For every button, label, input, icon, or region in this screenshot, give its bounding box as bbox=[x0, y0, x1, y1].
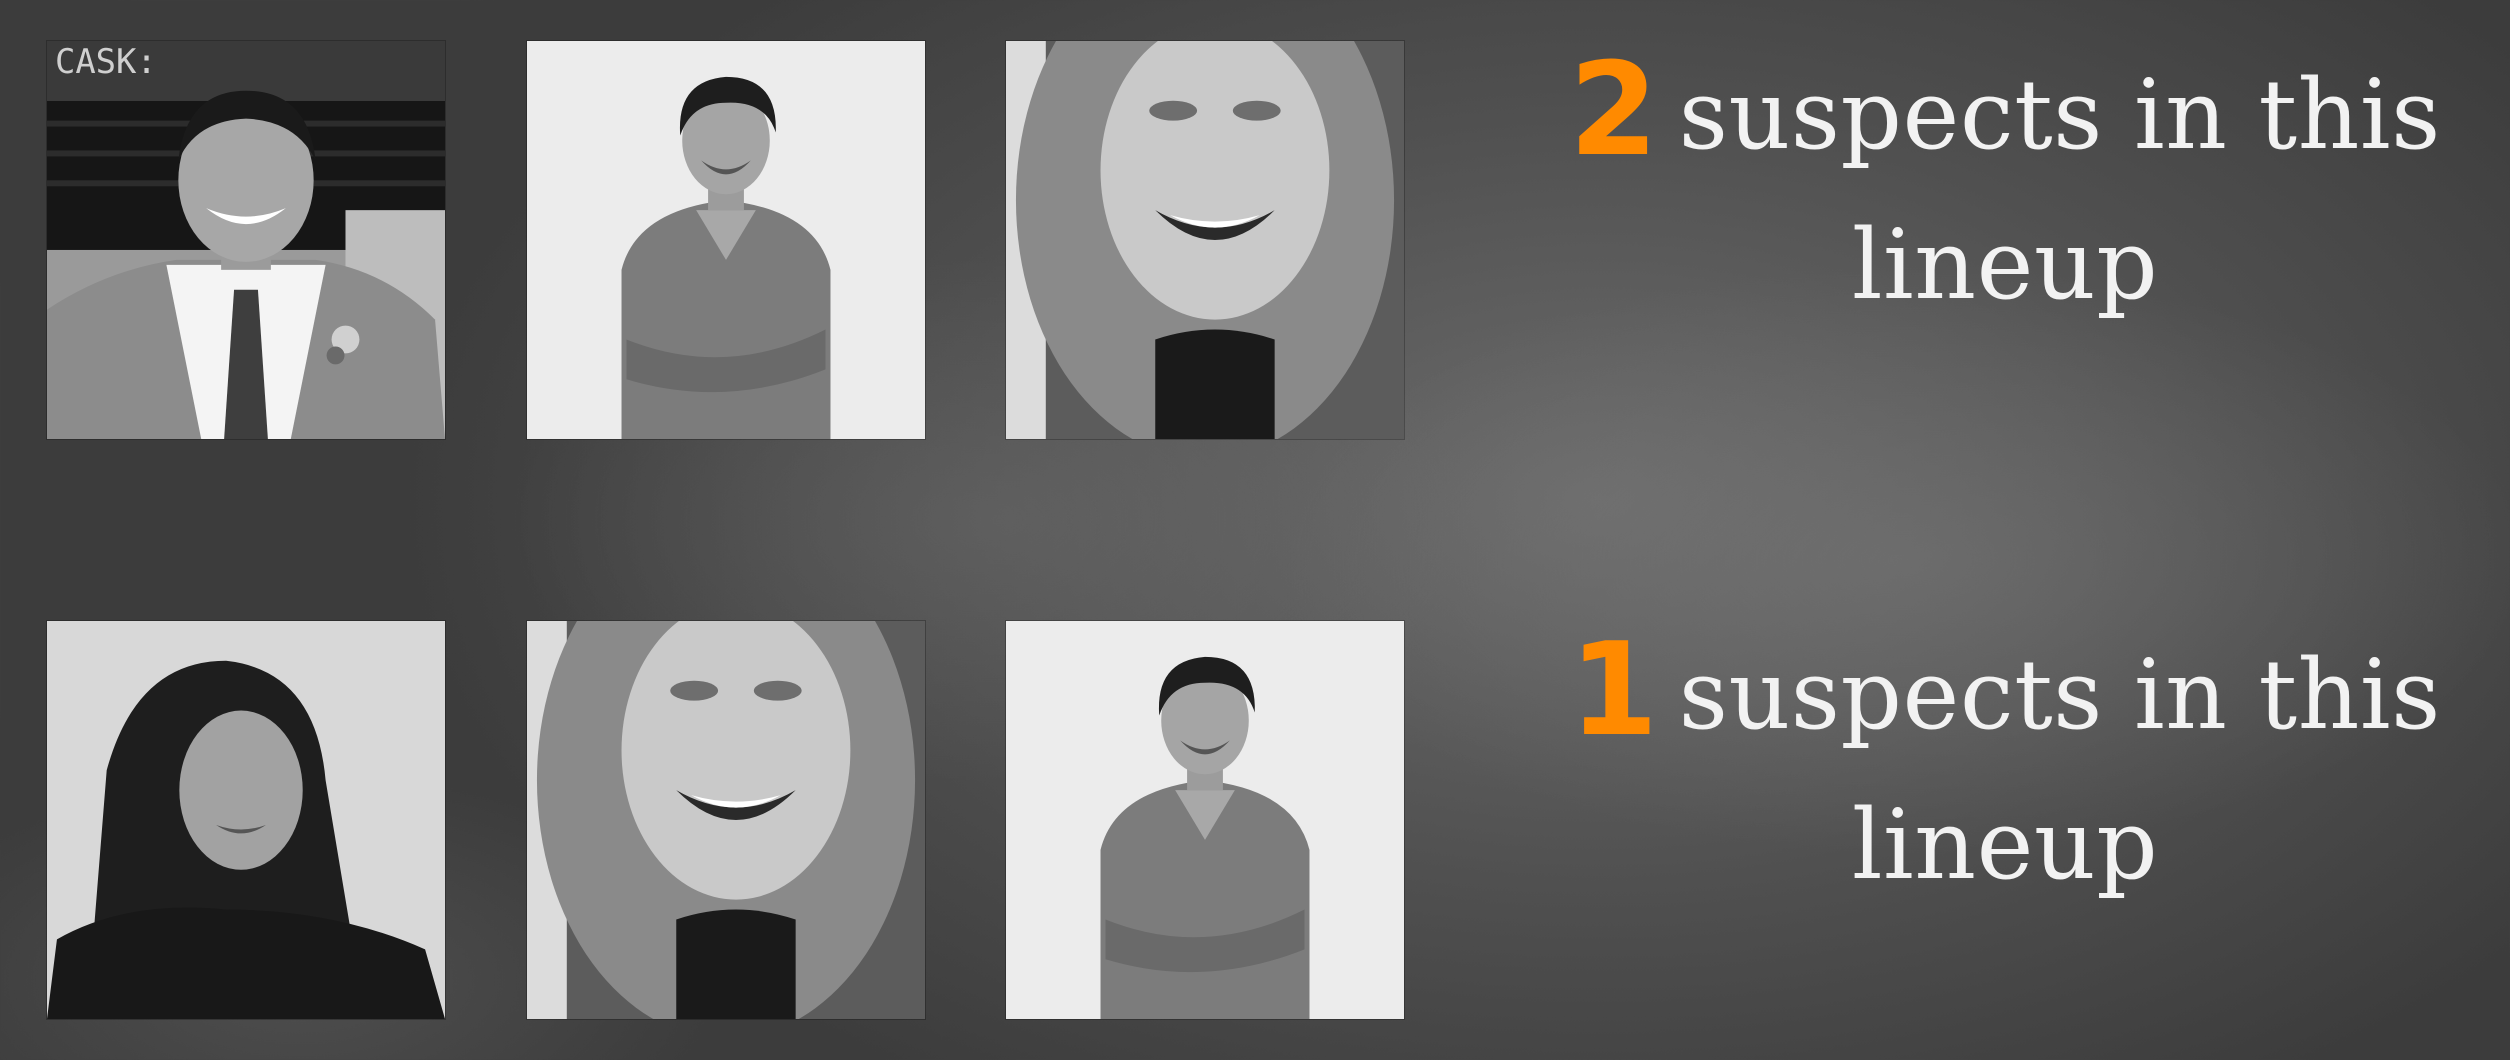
lineup-1-caption: 2 suspects in this lineup bbox=[1480, 36, 2510, 340]
dark-haired-woman-image bbox=[47, 621, 445, 1019]
man-in-sweater-image bbox=[527, 41, 925, 439]
curly-haired-woman-image bbox=[1006, 41, 1404, 439]
lineup-2-caption-line-1: 1 suspects in this bbox=[1480, 616, 2510, 770]
lineup-2-suspect-count: 1 bbox=[1569, 616, 1659, 765]
lineup-1-suspect-count: 2 bbox=[1569, 36, 1659, 185]
man-in-sweater-image-2 bbox=[1006, 621, 1404, 1019]
svg-text:CASK:: CASK: bbox=[55, 42, 157, 81]
lineup-1-caption-text: suspects in this bbox=[1678, 59, 2441, 171]
lineup-2-caption: 1 suspects in this lineup bbox=[1480, 616, 2510, 920]
suspect-photo-curly-haired-woman[interactable] bbox=[1006, 41, 1404, 439]
suspect-photo-man-in-sweater-2[interactable] bbox=[1006, 621, 1404, 1019]
lineup-1-caption-line-1: 2 suspects in this bbox=[1480, 36, 2510, 190]
man-in-suit-image: CASK: bbox=[47, 41, 445, 439]
suspect-photo-man-in-sweater[interactable] bbox=[527, 41, 925, 439]
suspect-photo-man-in-suit[interactable]: CASK: bbox=[47, 41, 445, 439]
lineup-2-caption-line-2: lineup bbox=[1851, 789, 2159, 901]
curly-haired-woman-image-2 bbox=[527, 621, 925, 1019]
suspect-photo-curly-haired-woman-2[interactable] bbox=[527, 621, 925, 1019]
lineup-1-caption-line-2: lineup bbox=[1851, 209, 2159, 321]
lineup-2-caption-text: suspects in this bbox=[1678, 639, 2441, 751]
suspect-photo-dark-haired-woman[interactable] bbox=[47, 621, 445, 1019]
